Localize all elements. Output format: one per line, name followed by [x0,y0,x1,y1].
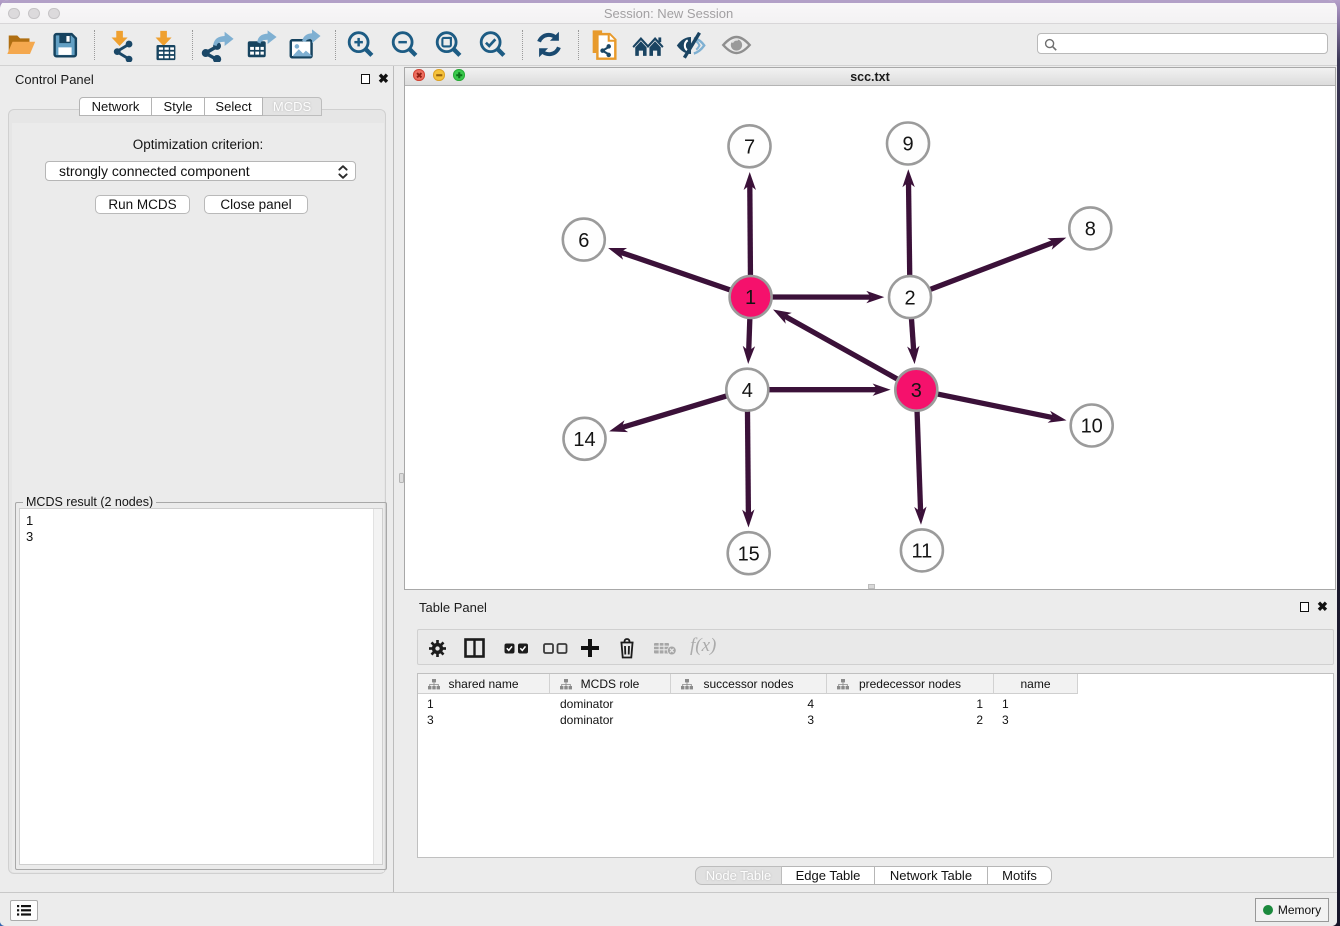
svg-text:7: 7 [744,137,755,159]
svg-text:1: 1 [745,287,756,309]
svg-text:10: 10 [1081,416,1103,438]
svg-text:4: 4 [742,380,753,402]
svg-text:9: 9 [902,134,913,156]
svg-text:3: 3 [911,380,922,402]
svg-text:14: 14 [573,429,595,451]
svg-text:15: 15 [738,543,760,565]
svg-text:8: 8 [1085,219,1096,241]
svg-text:2: 2 [904,287,915,309]
svg-text:6: 6 [578,230,589,252]
svg-text:11: 11 [912,541,933,563]
